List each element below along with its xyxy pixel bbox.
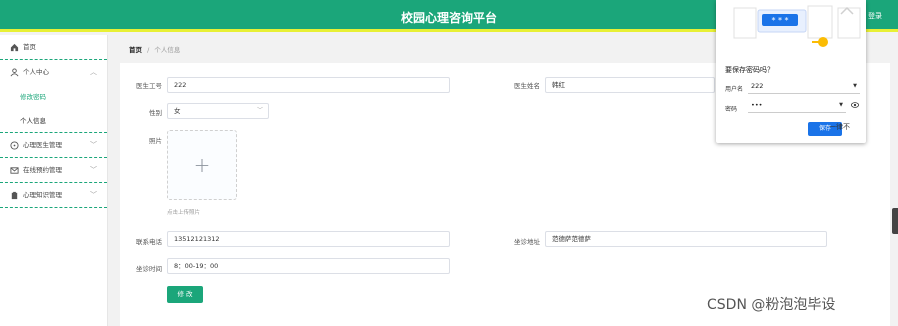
phone-input[interactable]: 13512121312 <box>167 231 450 247</box>
mail-icon <box>10 166 19 174</box>
gender-value: 女 <box>174 107 181 115</box>
sidebar-item-knowledge-mgmt[interactable]: 心理知识管理 ﹀ <box>0 183 107 208</box>
doctor-id-label: 医生工号 <box>136 82 162 90</box>
help-circle-icon <box>10 140 19 150</box>
sidebar-item-label: 在线预约管理 <box>23 165 62 174</box>
save-password-question: 要保存密码吗？ <box>725 66 774 74</box>
phone-label: 联系电话 <box>136 238 162 246</box>
chevron-down-icon: ﹀ <box>90 191 97 199</box>
key-illustration-icon: * * * <box>733 5 861 47</box>
chevron-up-icon: ︿ <box>90 68 97 76</box>
photo-label: 照片 <box>149 137 162 145</box>
svg-text:* * *: * * * <box>771 16 788 25</box>
photo-uploader[interactable]: + <box>167 130 237 200</box>
doctor-id-input[interactable]: 222 <box>167 77 450 93</box>
sidebar-item-label: 心理医生管理 <box>23 140 62 149</box>
upload-tip: 点击上传照片 <box>167 210 201 216</box>
gender-label: 性别 <box>149 109 162 117</box>
never-save-button[interactable]: 一律不 <box>829 122 850 132</box>
side-scroll-tab[interactable] <box>892 208 898 234</box>
sidebar: 首页 个人中心 ︿ 修改密码 个人信息 心理医生管理 ﹀ 在线预约管理 ﹀ 心理… <box>0 35 108 326</box>
username-value: 222 <box>751 82 764 90</box>
eye-icon[interactable] <box>851 101 859 109</box>
address-label: 坐诊地址 <box>514 238 540 246</box>
sidebar-item-personal-info[interactable]: 个人信息 <box>0 109 107 133</box>
clipboard-icon <box>11 191 18 199</box>
breadcrumb-current: 个人信息 <box>154 46 181 54</box>
sidebar-item-label: 个人中心 <box>23 68 49 76</box>
sidebar-item-home[interactable]: 首页 <box>0 35 107 60</box>
chevron-down-icon: ﹀ <box>256 107 263 114</box>
sidebar-item-label: 首页 <box>23 42 36 51</box>
home-icon <box>10 43 19 51</box>
plus-icon: + <box>193 153 211 177</box>
doctor-name-input[interactable]: 韩红 <box>545 77 715 93</box>
password-value: ••• <box>751 101 763 109</box>
hours-label: 坐诊时间 <box>136 265 162 273</box>
gender-select[interactable]: 女 ﹀ <box>167 103 269 119</box>
chevron-down-icon: ﹀ <box>90 166 97 174</box>
user-icon <box>10 68 19 77</box>
doctor-name-label: 医生姓名 <box>514 82 540 90</box>
breadcrumb: 首页 / 个人信息 <box>129 44 180 54</box>
login-link[interactable]: 登录 <box>868 11 882 21</box>
username-label: 用户名 <box>725 86 744 93</box>
sidebar-item-personal-center[interactable]: 个人中心 ︿ <box>0 60 107 85</box>
sidebar-item-label: 心理知识管理 <box>23 190 62 199</box>
password-label: 密码 <box>725 106 738 113</box>
sidebar-item-doctor-mgmt[interactable]: 心理医生管理 ﹀ <box>0 133 107 158</box>
breadcrumb-separator: / <box>147 46 150 54</box>
address-input[interactable]: 范德萨范德萨 <box>545 231 827 247</box>
csdn-watermark: CSDN @粉泡泡毕设 <box>707 297 836 313</box>
chevron-down-icon: ﹀ <box>90 141 97 149</box>
hours-input[interactable]: 8：00-19：00 <box>167 258 450 274</box>
dropdown-arrow-icon: ▼ <box>839 102 843 108</box>
username-select[interactable]: 222 ▼ <box>748 80 860 94</box>
dropdown-arrow-icon: ▼ <box>853 83 857 89</box>
password-illustration: * * * <box>716 0 866 56</box>
edit-button[interactable]: 修 改 <box>167 286 203 303</box>
password-select[interactable]: ••• ▼ <box>748 99 846 113</box>
breadcrumb-home[interactable]: 首页 <box>129 46 142 54</box>
sidebar-item-change-password[interactable]: 修改密码 <box>0 85 107 109</box>
sidebar-item-appointment-mgmt[interactable]: 在线预约管理 ﹀ <box>0 158 107 183</box>
